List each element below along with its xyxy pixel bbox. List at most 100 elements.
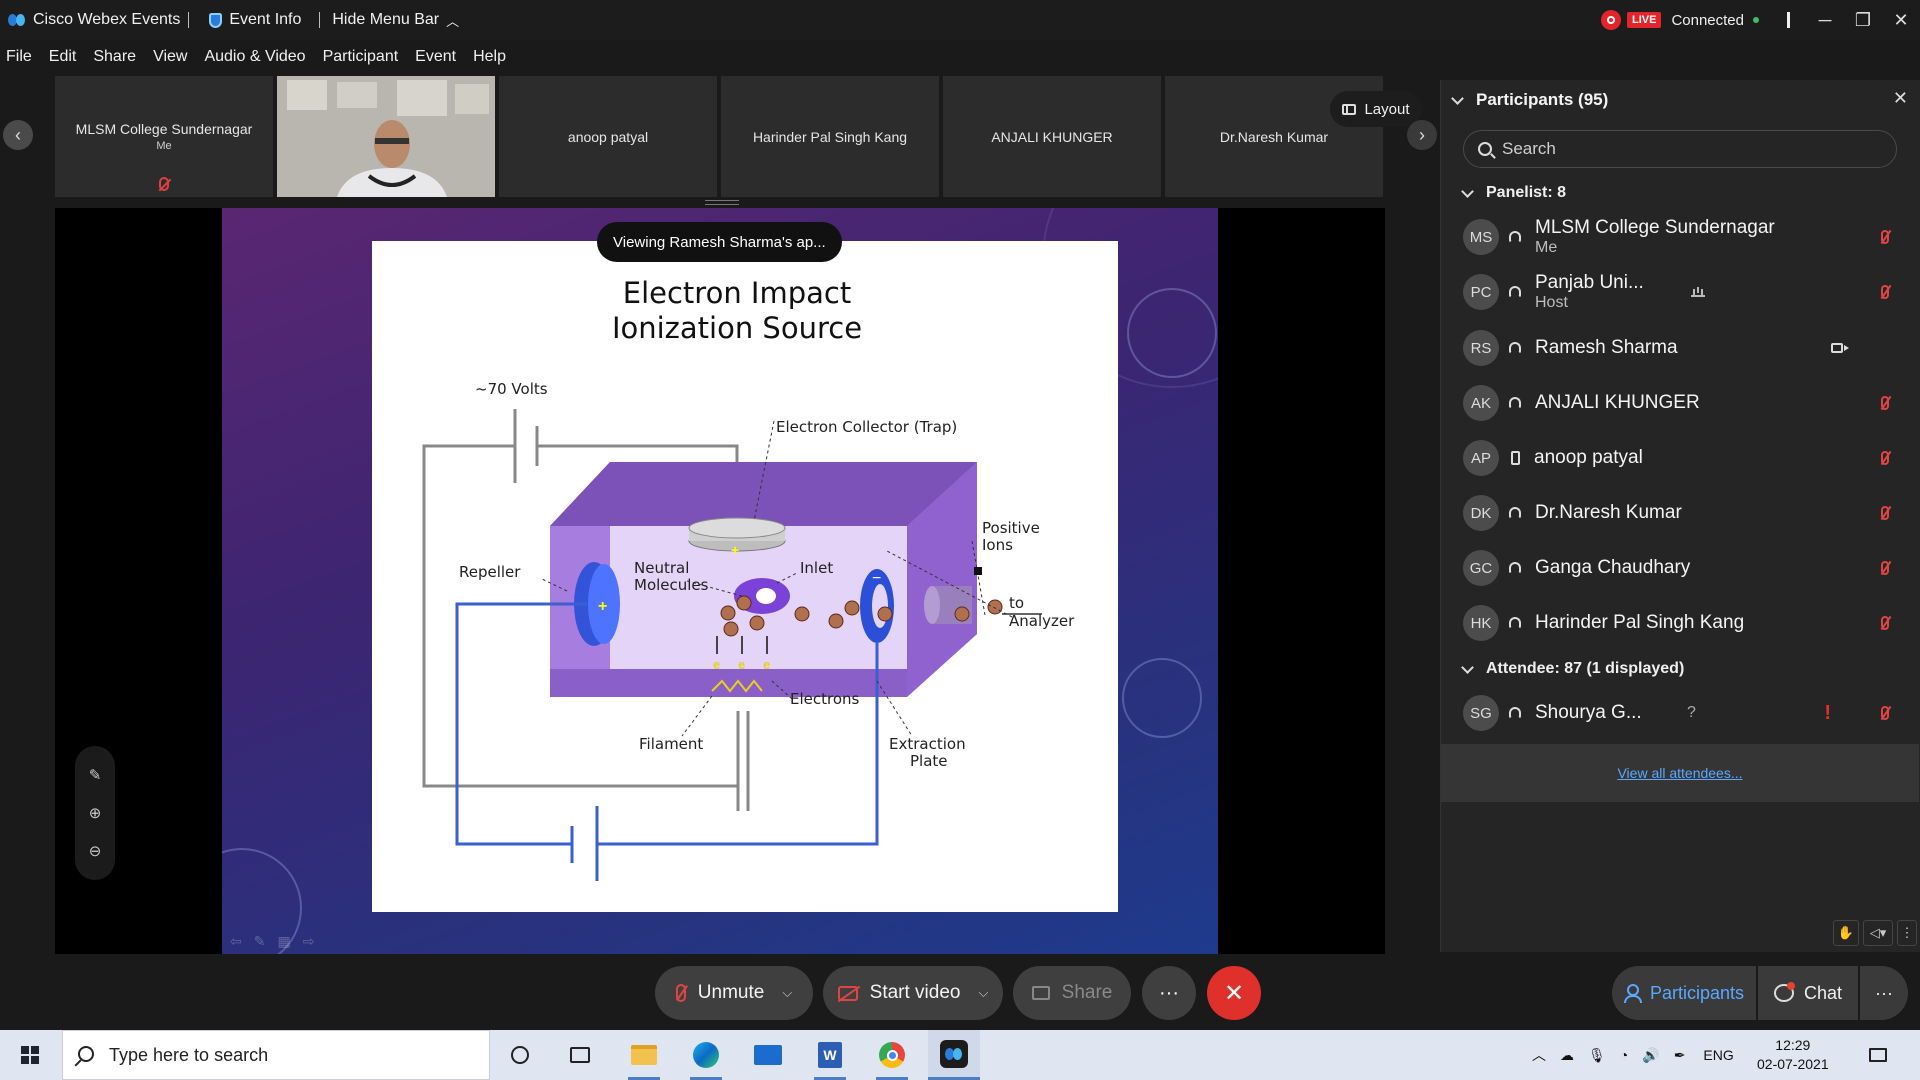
share-label: Share [1061, 982, 1113, 1003]
menu-participant[interactable]: Participant [323, 48, 399, 66]
participant-row[interactable]: HK Harinder Pal Singh Kang [1463, 598, 1903, 648]
close-window-button[interactable]: ✕ [1882, 0, 1920, 40]
video-thumb[interactable]: ANJALI KHUNGER [943, 76, 1161, 197]
strip-resize-handle[interactable] [705, 200, 739, 205]
chat-button[interactable]: Chat [1758, 966, 1858, 1020]
annotate-pen-icon[interactable]: ✎ [89, 766, 102, 784]
thumb-name: Dr.Naresh Kumar [1219, 128, 1329, 145]
menu-event[interactable]: Event [415, 48, 456, 66]
hide-menu-bar-button[interactable]: Hide Menu Bar ︿ [324, 11, 467, 30]
taskbar-word[interactable]: W [804, 1030, 856, 1080]
microphone-icon[interactable]: 🎙 [1588, 1047, 1606, 1064]
slide-background: Electron Impact Ionization Source + + − … [222, 208, 1218, 954]
avatar: MS [1463, 219, 1499, 255]
chevron-up-icon[interactable]: ︿ [1532, 1045, 1546, 1065]
notification-icon [1869, 1048, 1887, 1062]
participant-name: Panjab Uni... [1535, 272, 1644, 293]
participant-search-input[interactable]: Search [1463, 130, 1897, 168]
menu-edit[interactable]: Edit [49, 48, 77, 66]
more-options-button[interactable]: ··· [1142, 966, 1196, 1020]
onedrive-icon[interactable]: ☁ [1560, 1047, 1574, 1064]
thumb-name: Harinder Pal Singh Kang [752, 128, 908, 145]
menu-file[interactable]: File [6, 48, 32, 66]
task-view-button[interactable] [554, 1030, 606, 1080]
chevron-down-icon [1461, 660, 1474, 674]
leave-meeting-button[interactable]: ✕ [1207, 966, 1261, 1020]
restore-button[interactable]: ❐ [1844, 0, 1882, 40]
menu-share[interactable]: Share [93, 48, 136, 66]
video-thumb[interactable]: MLSM College Sundernagar Me [55, 76, 273, 197]
participant-row[interactable]: AP anoop patyal [1463, 433, 1903, 483]
avatar: HK [1463, 605, 1499, 641]
notifications-button[interactable] [1854, 1030, 1902, 1080]
volume-icon[interactable]: 🔊 [1642, 1047, 1659, 1064]
taskbar-webex[interactable] [928, 1030, 980, 1080]
panel-header[interactable]: Participants (95) [1441, 80, 1920, 120]
participant-row[interactable]: AK ANJALI KHUNGER [1463, 378, 1903, 428]
wifi-icon[interactable]: ◔ [1620, 1047, 1628, 1063]
avatar: GC [1463, 550, 1499, 586]
attendee-group-label: Attendee: 87 (1 displayed) [1486, 660, 1685, 677]
participant-row[interactable]: MS MLSM College Sundernagar Me [1463, 212, 1903, 262]
label-volts: ~70 Volts [475, 380, 548, 398]
chevron-down-icon [1451, 91, 1464, 105]
panel-overflow-button[interactable]: ··· [1860, 966, 1908, 1020]
attendee-group-header[interactable]: Attendee: 87 (1 displayed) [1461, 655, 1685, 683]
chevron-down-icon[interactable]: ⌵ [978, 985, 988, 1001]
panelist-group-header[interactable]: Panelist: 8 [1461, 179, 1566, 207]
mic-muted-icon [1881, 451, 1889, 465]
cortana-button[interactable] [494, 1030, 546, 1080]
avatar: AK [1463, 385, 1499, 421]
video-thumb[interactable]: anoop patyal [499, 76, 717, 197]
menu-view[interactable]: View [153, 48, 187, 66]
more-panel-button[interactable]: ⋮ [1897, 920, 1917, 946]
strip-next-button[interactable]: › [1407, 120, 1437, 150]
pen-icon[interactable]: ✒ [1674, 1047, 1686, 1064]
participant-name-block: Panjab Uni... Host [1535, 272, 1644, 312]
participant-name: Dr.Naresh Kumar [1535, 502, 1682, 523]
taskbar-search-input[interactable]: Type here to search [62, 1030, 490, 1080]
zoom-out-icon[interactable]: ⊖ [89, 842, 102, 860]
view-all-attendees-link[interactable]: View all attendees... [1441, 744, 1919, 802]
language-indicator[interactable]: ENG [1703, 1047, 1733, 1063]
viewing-text: Viewing Ramesh Sharma's ap... [613, 233, 826, 251]
minimize-button[interactable]: ─ [1806, 0, 1844, 40]
participant-name-block: Harinder Pal Singh Kang [1535, 612, 1744, 634]
layout-button[interactable]: Layout [1330, 91, 1422, 127]
app-title: Cisco Webex Events [0, 11, 188, 29]
event-info-button[interactable]: Event Info [201, 11, 309, 29]
unmute-button[interactable]: Unmute ⌵ [655, 966, 813, 1020]
share-button[interactable]: Share [1013, 966, 1131, 1020]
menu-audio-video[interactable]: Audio & Video [204, 48, 305, 66]
electron-e: e [763, 657, 770, 672]
participant-name-block: MLSM College Sundernagar Me [1535, 217, 1775, 257]
participant-row[interactable]: SG Shourya G... ? ! [1463, 688, 1903, 738]
taskbar-mail[interactable] [742, 1030, 794, 1080]
share-screen-icon [1031, 986, 1050, 1000]
participant-row[interactable]: RS Ramesh Sharma [1463, 323, 1903, 373]
start-button[interactable] [21, 1046, 39, 1064]
participant-row[interactable]: PC Panjab Uni... Host [1463, 267, 1903, 317]
participant-row[interactable]: DK Dr.Naresh Kumar [1463, 488, 1903, 538]
avatar: RS [1463, 330, 1499, 366]
video-thumb-speaker[interactable] [277, 76, 495, 197]
taskbar-clock[interactable]: 12:29 02-07-2021 [1757, 1036, 1829, 1074]
menu-help[interactable]: Help [473, 48, 506, 66]
zoom-in-icon[interactable]: ⊕ [89, 804, 102, 822]
raise-hand-button[interactable]: ✋ [1833, 920, 1859, 946]
participants-button[interactable]: Participants [1612, 966, 1756, 1020]
taskbar-edge[interactable] [680, 1030, 732, 1080]
headset-icon [1509, 286, 1521, 298]
speaker-dropdown-button[interactable]: ◁▾ [1863, 920, 1893, 946]
participant-row[interactable]: GC Ganga Chaudhary [1463, 543, 1903, 593]
video-thumb[interactable]: Harinder Pal Singh Kang [721, 76, 939, 197]
start-video-label: Start video [869, 982, 961, 1003]
taskbar-chrome[interactable] [866, 1030, 918, 1080]
strip-prev-button[interactable]: ‹ [3, 120, 33, 150]
close-panel-button[interactable]: ✕ [1893, 88, 1908, 109]
raise-question-icon: ? [1687, 704, 1696, 721]
chevron-down-icon[interactable]: ⌵ [782, 985, 792, 1001]
recording-icon[interactable] [1600, 10, 1621, 30]
taskbar-explorer[interactable] [618, 1030, 670, 1080]
start-video-button[interactable]: Start video ⌵ [823, 966, 1003, 1020]
